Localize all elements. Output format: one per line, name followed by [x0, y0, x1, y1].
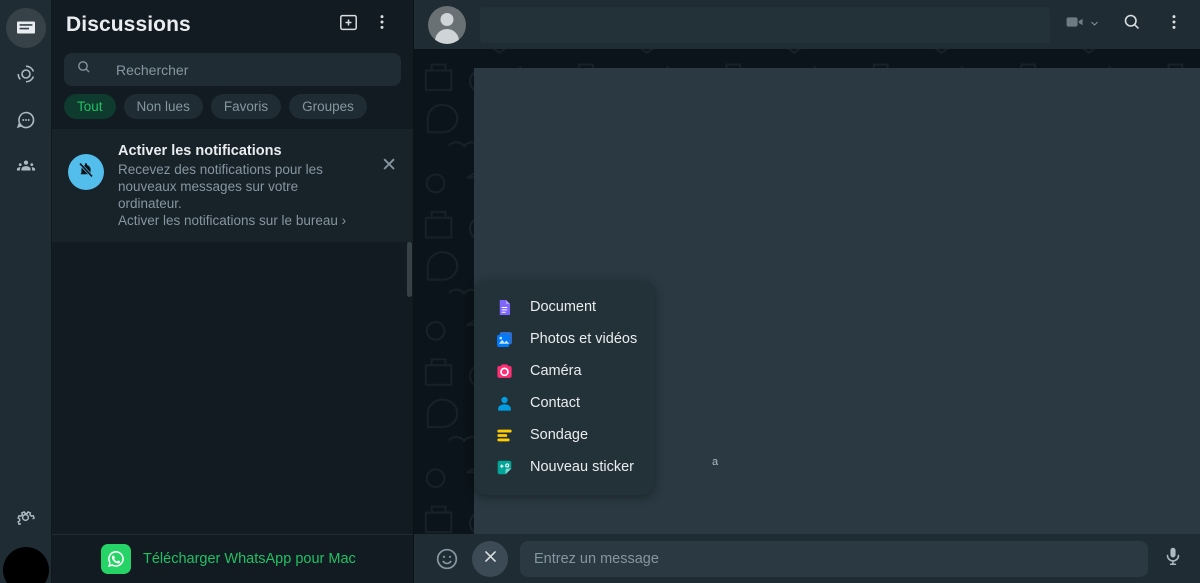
filter-label: Groupes — [302, 99, 354, 114]
emoji-button[interactable] — [434, 546, 460, 572]
chat-list-scrollbar[interactable] — [407, 242, 412, 297]
attach-label: Document — [530, 299, 597, 315]
bell-off-icon-wrap — [68, 154, 104, 190]
filter-label: Favoris — [223, 99, 269, 114]
close-attachment-button[interactable] — [472, 540, 508, 577]
photos-videos-icon — [494, 329, 514, 349]
profile-avatar[interactable] — [2, 547, 49, 583]
filter-chip-non-lues[interactable]: Non lues — [123, 94, 203, 119]
attach-label: Nouveau sticker — [530, 459, 634, 475]
chat-sidebar: Discussions Rechercher Tout Non lues Fav… — [52, 0, 414, 583]
microphone-icon — [1162, 545, 1184, 572]
filter-chip-tout[interactable]: Tout — [64, 94, 116, 119]
emoji-icon — [434, 548, 460, 576]
video-call-button[interactable] — [1064, 11, 1100, 38]
chevron-down-icon — [1089, 16, 1100, 34]
chat-body: a Document Photos et vidéos Caméra Conta… — [414, 49, 1200, 536]
new-chat-button[interactable] — [331, 8, 365, 42]
document-icon — [494, 297, 514, 317]
filter-chip-favoris[interactable]: Favoris — [210, 94, 282, 119]
communities-icon — [14, 154, 38, 178]
contact-avatar[interactable] — [428, 5, 466, 44]
search-input[interactable]: Rechercher — [64, 53, 401, 86]
status-icon — [14, 62, 38, 86]
attach-item-camera[interactable]: Caméra — [474, 355, 654, 387]
notification-title: Activer les notifications — [118, 143, 282, 159]
attach-item-photos-videos[interactable]: Photos et vidéos — [474, 323, 654, 355]
search-container: Rechercher — [52, 49, 413, 92]
search-icon — [76, 59, 92, 80]
chats-icon — [14, 16, 38, 40]
chat-list[interactable] — [52, 242, 413, 534]
filter-label: Non lues — [136, 99, 190, 114]
download-banner[interactable]: Télécharger WhatsApp pour Mac — [52, 534, 413, 583]
attach-label: Contact — [530, 395, 580, 411]
message-composer: Entrez un message — [414, 534, 1200, 583]
rail-item-communities[interactable] — [6, 146, 46, 186]
chat-panel: a Document Photos et vidéos Caméra Conta… — [414, 0, 1200, 583]
nav-rail — [0, 0, 52, 583]
chat-search-button[interactable] — [1122, 12, 1142, 37]
filter-label: Tout — [77, 99, 103, 114]
sidebar-menu-button[interactable] — [365, 8, 399, 42]
bell-off-icon — [76, 160, 96, 185]
new-chat-icon — [338, 12, 359, 38]
page-title: Discussions — [66, 12, 191, 36]
chat-menu-button[interactable] — [1164, 12, 1184, 37]
attach-item-poll[interactable]: Sondage — [474, 419, 654, 451]
attach-item-contact[interactable]: Contact — [474, 387, 654, 419]
whatsapp-logo-icon — [101, 544, 131, 574]
rail-item-status[interactable] — [6, 54, 46, 94]
rail-item-channels[interactable] — [6, 100, 46, 140]
attach-label: Photos et vidéos — [530, 331, 638, 347]
contact-icon — [494, 393, 514, 413]
rail-item-chats[interactable] — [5, 8, 46, 48]
rail-item-settings[interactable] — [6, 497, 46, 537]
video-call-icon — [1064, 11, 1086, 38]
search-placeholder: Rechercher — [116, 61, 189, 78]
contact-name-placeholder — [480, 6, 1050, 43]
gear-icon — [14, 506, 37, 529]
sticker-icon — [494, 457, 514, 477]
attach-label: Caméra — [530, 363, 582, 379]
chat-header — [414, 0, 1200, 49]
notification-body: Activer les notifications Recevez des no… — [118, 142, 363, 228]
message-input[interactable]: Entrez un message — [520, 540, 1148, 577]
message-placeholder: Entrez un message — [534, 550, 659, 567]
voice-message-button[interactable] — [1160, 546, 1186, 572]
attach-item-sticker[interactable]: Nouveau sticker — [474, 451, 654, 483]
search-icon — [1122, 12, 1142, 37]
chat-header-actions — [1064, 11, 1184, 38]
attach-label: Sondage — [530, 427, 589, 443]
attach-item-document[interactable]: Document — [474, 291, 654, 323]
channels-icon — [14, 108, 38, 132]
sidebar-header: Discussions — [52, 0, 413, 49]
attachment-menu: Document Photos et vidéos Caméra Contact… — [474, 281, 654, 495]
whatsapp-web-app: Discussions Rechercher Tout Non lues Fav… — [0, 0, 1200, 583]
filter-chip-groupes[interactable]: Groupes — [289, 94, 367, 119]
overflow-menu-icon — [372, 12, 392, 37]
download-label: Télécharger WhatsApp pour Mac — [143, 551, 356, 567]
notification-description: Recevez des notifications pour les nouve… — [118, 162, 323, 211]
overflow-menu-icon — [1164, 12, 1184, 37]
notification-close-button[interactable]: ✕ — [377, 142, 399, 175]
camera-icon — [494, 361, 514, 381]
notification-link[interactable]: Activer les notifications sur le bureau … — [118, 213, 363, 228]
partial-message-text: a — [712, 456, 719, 468]
filter-chips: Tout Non lues Favoris Groupes — [52, 92, 413, 129]
notification-banner: Activer les notifications Recevez des no… — [52, 129, 413, 242]
poll-icon — [494, 425, 514, 445]
close-icon — [482, 548, 499, 570]
